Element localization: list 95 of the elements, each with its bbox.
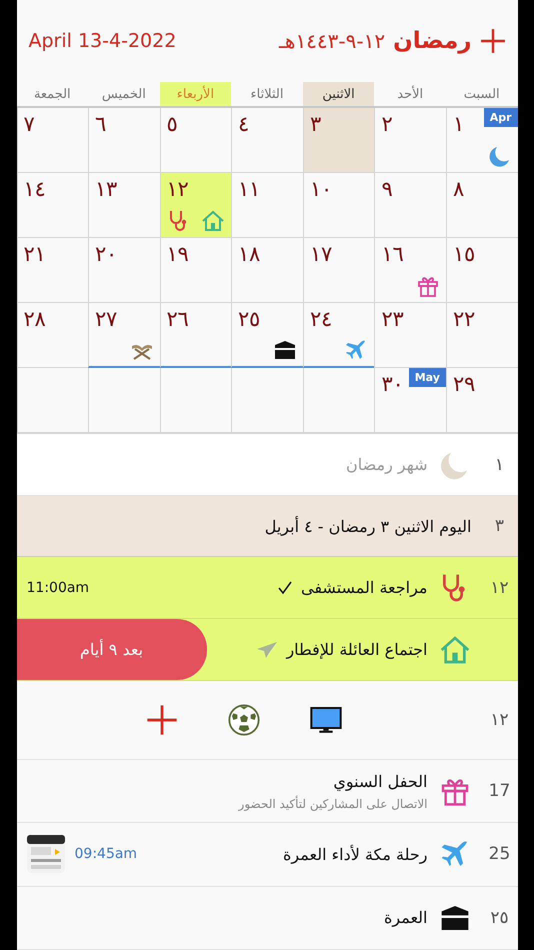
event-title: العمرة xyxy=(384,908,428,928)
gregorian-date: April 13-4-2022 xyxy=(28,30,176,52)
day-cell[interactable]: ١٦ xyxy=(374,238,446,303)
add-button[interactable] xyxy=(480,28,506,54)
day-number: ٢٠ xyxy=(95,242,118,266)
event-title: الحفل السنوي xyxy=(333,772,428,791)
day-number: ٢٦ xyxy=(166,307,189,331)
day-cell[interactable]: ٦ xyxy=(88,108,160,173)
day-cell[interactable]: ١٢ xyxy=(160,173,232,238)
row-number: ٣ xyxy=(494,516,506,536)
row-number: ٢٥ xyxy=(489,908,510,928)
day-number: ١٨ xyxy=(238,242,260,266)
weekday-label: الثلاثاء xyxy=(250,86,284,104)
day-number: ٥ xyxy=(166,112,178,136)
day-number: ٩ xyxy=(381,177,392,201)
list-row[interactable]: ٢٥ العمرة xyxy=(16,886,518,950)
day-number: ١٣ xyxy=(95,177,118,201)
hijri-month: رمضان xyxy=(393,28,472,54)
row-number: ١ xyxy=(494,454,506,474)
day-number: ٢٩ xyxy=(452,372,475,396)
list-row[interactable]: اجتماع العائلة للإفطار بعد ٩ أيام xyxy=(16,619,518,681)
row-number: 17 xyxy=(488,781,512,802)
day-number: ٢١ xyxy=(24,242,46,266)
event-title: اجتماع العائلة للإفطار xyxy=(286,640,428,659)
event-time: 09:45am xyxy=(74,846,138,862)
row-number: ١٢ xyxy=(489,710,510,730)
day-number: ١٤ xyxy=(24,177,46,201)
day-cell[interactable]: ٢٧ xyxy=(88,303,160,368)
row-number: ١٢ xyxy=(489,578,510,598)
day-number: ١٠ xyxy=(310,177,332,201)
day-cell[interactable]: ٢١ xyxy=(16,238,88,303)
day-number: ٦ xyxy=(95,112,106,136)
add-icon[interactable] xyxy=(146,704,178,736)
day-cell[interactable]: ٤ xyxy=(231,108,303,173)
day-number: ٢٨ xyxy=(24,307,46,331)
event-title: رحلة مكة لأداء العمرة xyxy=(283,844,428,864)
event-title: اليوم الاثنين ٣ رمضان - ٤ أبريل xyxy=(264,516,472,536)
day-number: ١٩ xyxy=(166,242,189,266)
list-row[interactable]: ١ شهر رمضان xyxy=(16,434,518,496)
day-number: ٢٥ xyxy=(238,307,260,331)
day-cell[interactable]: ١٥ xyxy=(446,238,518,303)
house-icon xyxy=(201,209,226,233)
day-cell[interactable]: ١٣ xyxy=(88,173,160,238)
day-number: ٣٠ xyxy=(381,372,404,396)
day-number: ٢ xyxy=(381,112,392,136)
soccer-ball-icon[interactable] xyxy=(228,704,260,736)
day-cell[interactable]: ١٩ xyxy=(160,238,232,303)
day-cell[interactable]: ١٠ xyxy=(302,173,374,238)
event-note: الاتصال على المشاركين لتأكيد الحضور xyxy=(238,796,428,811)
day-cell[interactable]: ٣ xyxy=(302,108,374,173)
day-cell[interactable]: ٧ xyxy=(16,108,88,173)
monitor-icon[interactable] xyxy=(310,704,342,736)
day-cell[interactable]: ٢٥ xyxy=(231,303,303,368)
day-cell[interactable]: ١٨ xyxy=(231,238,303,303)
day-number: ١٢ xyxy=(166,177,189,201)
day-cell[interactable]: ١٤ xyxy=(16,173,88,238)
month-badge: Apr xyxy=(484,108,518,127)
day-number: ١ xyxy=(452,112,464,136)
weekday-label: الأربعاء xyxy=(160,82,232,106)
hijri-date: ١٢-٩-١٤٤٣هـ xyxy=(279,29,386,53)
day-cell[interactable]: ١٧ xyxy=(302,238,374,303)
list-row[interactable]: ٣ اليوم الاثنين ٣ رمضان - ٤ أبريل xyxy=(16,496,518,557)
weekday-label: الأحد xyxy=(396,84,424,104)
day-number: ٢٢ xyxy=(452,307,475,331)
day-cell[interactable]: ٨ xyxy=(446,173,518,238)
month-badge: May xyxy=(408,368,446,387)
day-cell[interactable]: ٩ xyxy=(374,173,446,238)
day-cell[interactable]: ٢٢ xyxy=(446,303,518,368)
day-number: ٧ xyxy=(24,112,35,136)
day-number: ١٦ xyxy=(381,242,404,266)
house-icon xyxy=(438,634,470,666)
row-number: 25 xyxy=(488,844,512,864)
day-number: ١٧ xyxy=(310,242,332,266)
weekday-label: الجمعة xyxy=(32,86,72,104)
day-cell[interactable]: ٢٠ xyxy=(88,238,160,303)
weekday-label: الخميس xyxy=(100,86,147,104)
day-number: ٢٧ xyxy=(95,307,118,331)
countdown-badge: بعد ٩ أيام xyxy=(16,619,206,680)
day-number: ٢٤ xyxy=(310,307,332,331)
event-title: شهر رمضان xyxy=(346,455,428,474)
crescent-icon xyxy=(488,144,512,168)
day-cell[interactable]: ٢٤ xyxy=(302,303,374,368)
day-number: ١١ xyxy=(238,177,260,201)
weekday-label: السبت xyxy=(462,86,501,104)
day-number: ٢٣ xyxy=(381,307,404,331)
day-number: ٨ xyxy=(452,177,464,201)
day-cell[interactable]: ٢٦ xyxy=(160,303,232,368)
day-number: ٣ xyxy=(310,112,321,136)
day-number: ٤ xyxy=(238,112,250,136)
event-time: 11:00am xyxy=(26,580,90,596)
kaaba-icon xyxy=(272,338,297,362)
event-title: مراجعة المستشفى xyxy=(301,578,428,597)
day-cell[interactable]: ٢٨ xyxy=(16,303,88,368)
weekday-label: الاثنين xyxy=(302,82,374,106)
day-number: ١٥ xyxy=(452,242,475,266)
